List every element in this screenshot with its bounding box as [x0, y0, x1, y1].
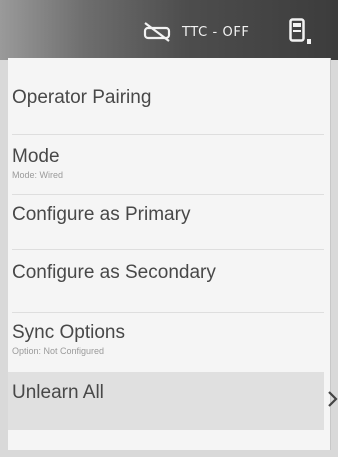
ttc-status-label: TTC - OFF	[182, 24, 250, 40]
menu-item-unlearn-all[interactable]: Unlearn All	[12, 382, 314, 404]
device-screen: TTC - OFF Operator Pairing Mode Mode: Wi…	[0, 0, 338, 457]
menu-item-configure-primary[interactable]: Configure as Primary	[12, 204, 314, 226]
ttc-status: TTC - OFF	[142, 20, 250, 44]
menu-item-subtitle: Option: Not Configured	[12, 346, 105, 356]
divider	[12, 134, 324, 135]
menu-item-configure-secondary[interactable]: Configure as Secondary	[12, 262, 314, 284]
menu-item-sync-options[interactable]: Sync Options Option: Not Configured	[12, 322, 314, 357]
divider	[12, 312, 324, 313]
menu-item-label: Sync Options	[12, 322, 125, 343]
menu-item-label: Mode	[12, 146, 60, 167]
divider	[12, 249, 324, 250]
menu-item-mode[interactable]: Mode Mode: Wired	[12, 146, 314, 181]
menu-item-operator-pairing[interactable]: Operator Pairing	[12, 87, 314, 109]
chevron-right-icon[interactable]	[326, 388, 338, 410]
battery-icon	[289, 18, 311, 44]
sync-disabled-icon	[143, 22, 171, 42]
status-bar: TTC - OFF	[0, 0, 338, 60]
menu-item-label: Unlearn All	[12, 382, 104, 403]
menu-item-label: Configure as Primary	[12, 204, 191, 225]
divider	[12, 194, 324, 195]
menu-item-label: Operator Pairing	[12, 87, 152, 108]
menu-item-label: Configure as Secondary	[12, 262, 216, 283]
menu-item-subtitle: Mode: Wired	[12, 170, 64, 180]
